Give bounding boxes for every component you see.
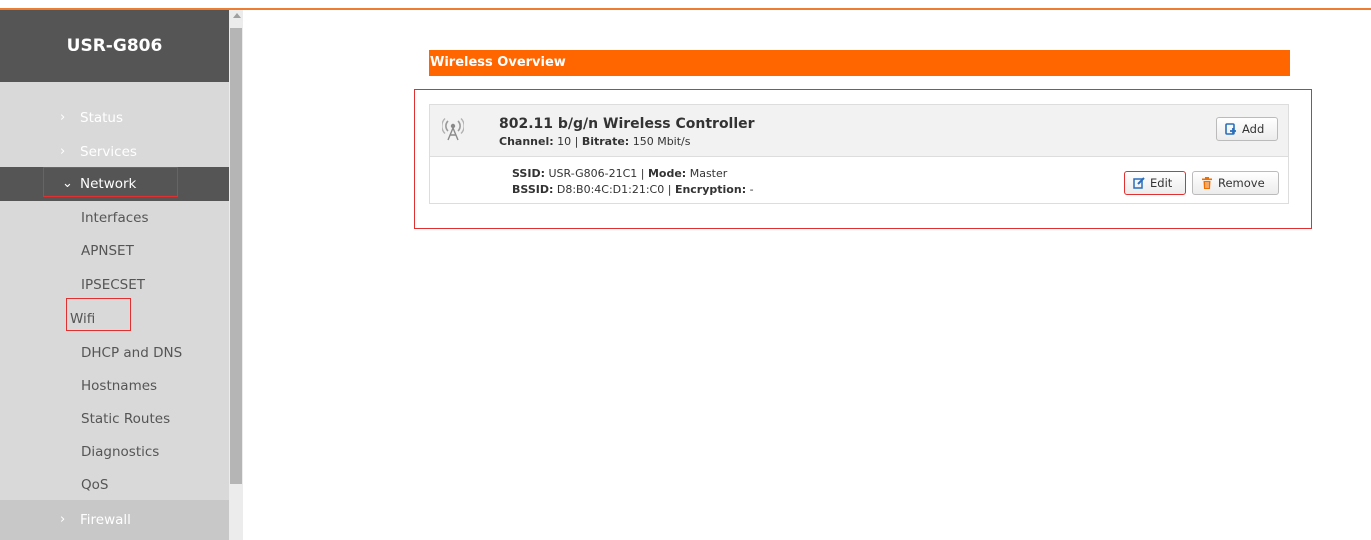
edit-button[interactable]: Edit <box>1124 171 1186 195</box>
nav-diagnostics-label: Diagnostics <box>81 444 160 460</box>
nav-ipsecset[interactable]: IPSECSET <box>0 268 229 302</box>
nav-qos-label: QoS <box>81 477 109 493</box>
nav-status[interactable]: › Status <box>0 101 229 135</box>
nav-hostnames[interactable]: Hostnames <box>0 369 229 403</box>
edit-button-label: Edit <box>1150 176 1173 190</box>
chevron-right-icon: › <box>60 144 66 159</box>
nav-services[interactable]: › Services <box>0 135 229 169</box>
encryption-value: - <box>749 183 754 196</box>
bitrate-label: Bitrate: <box>581 135 630 148</box>
scrollbar-thumb[interactable] <box>230 28 242 484</box>
network-bssid-line: BSSID: D8:B0:4C:D1:21:C0 | Encryption: - <box>512 183 754 196</box>
nav-firewall-label: Firewall <box>80 512 131 528</box>
chevron-right-icon: › <box>60 110 66 125</box>
nav-status-label: Status <box>80 110 124 126</box>
nav-apnset[interactable]: APNSET <box>0 234 229 268</box>
nav-hostnames-label: Hostnames <box>81 378 158 394</box>
ssid-label: SSID: <box>512 167 545 180</box>
bssid-label: BSSID: <box>512 183 554 196</box>
mode-label: Mode: <box>647 167 687 180</box>
nav-qos[interactable]: QoS <box>0 468 229 502</box>
channel-label: Channel: <box>499 135 554 148</box>
section-title: Wireless Overview <box>430 55 566 70</box>
trash-icon <box>1202 177 1212 189</box>
remove-button-label: Remove <box>1218 176 1265 190</box>
antenna-icon <box>442 118 464 141</box>
wireless-table: 802.11 b/g/n Wireless Controller Channel… <box>429 104 1289 204</box>
nav-firewall[interactable]: › Firewall <box>0 503 229 537</box>
nav-static-routes-label: Static Routes <box>81 411 171 427</box>
scroll-up-arrow-icon[interactable] <box>233 13 241 18</box>
nav-diagnostics[interactable]: Diagnostics <box>0 435 229 469</box>
nav-apnset-label: APNSET <box>81 243 134 259</box>
nav-interfaces-label: Interfaces <box>81 210 149 226</box>
network-highlight-box <box>43 167 178 197</box>
nav-static-routes[interactable]: Static Routes <box>0 402 229 436</box>
nav-interfaces[interactable]: Interfaces <box>0 201 229 235</box>
section-title-bar: Wireless Overview <box>429 50 1290 76</box>
mode-value: Master <box>689 167 728 180</box>
controller-details: Channel: 10 | Bitrate: 150 Mbit/s <box>499 135 691 148</box>
chevron-right-icon: › <box>60 512 66 527</box>
ssid-value: USR-G806-21C1 <box>548 167 638 180</box>
nav-services-label: Services <box>80 144 137 160</box>
add-button[interactable]: Add <box>1216 117 1278 141</box>
remove-button[interactable]: Remove <box>1192 171 1279 195</box>
sidebar: USR-G806 › Status › Services ⌄ Network I… <box>0 10 229 540</box>
bssid-value: D8:B0:4C:D1:21:C0 <box>556 183 665 196</box>
controller-name: 802.11 b/g/n Wireless Controller <box>499 116 755 132</box>
nav-dhcp-dns[interactable]: DHCP and DNS <box>0 336 229 370</box>
bitrate-value: 150 Mbit/s <box>632 135 691 148</box>
controller-row: 802.11 b/g/n Wireless Controller Channel… <box>430 105 1288 157</box>
edit-icon <box>1133 177 1145 189</box>
nav-ipsecset-label: IPSECSET <box>81 277 145 293</box>
brand-logo: USR-G806 <box>0 10 229 82</box>
encryption-label: Encryption: <box>674 183 747 196</box>
add-icon <box>1225 123 1236 135</box>
nav-dhcp-dns-label: DHCP and DNS <box>81 345 183 361</box>
add-button-label: Add <box>1242 122 1265 136</box>
channel-value: 10 <box>557 135 572 148</box>
wifi-highlight-box <box>66 298 131 331</box>
network-ssid-line: SSID: USR-G806-21C1 | Mode: Master <box>512 167 728 180</box>
